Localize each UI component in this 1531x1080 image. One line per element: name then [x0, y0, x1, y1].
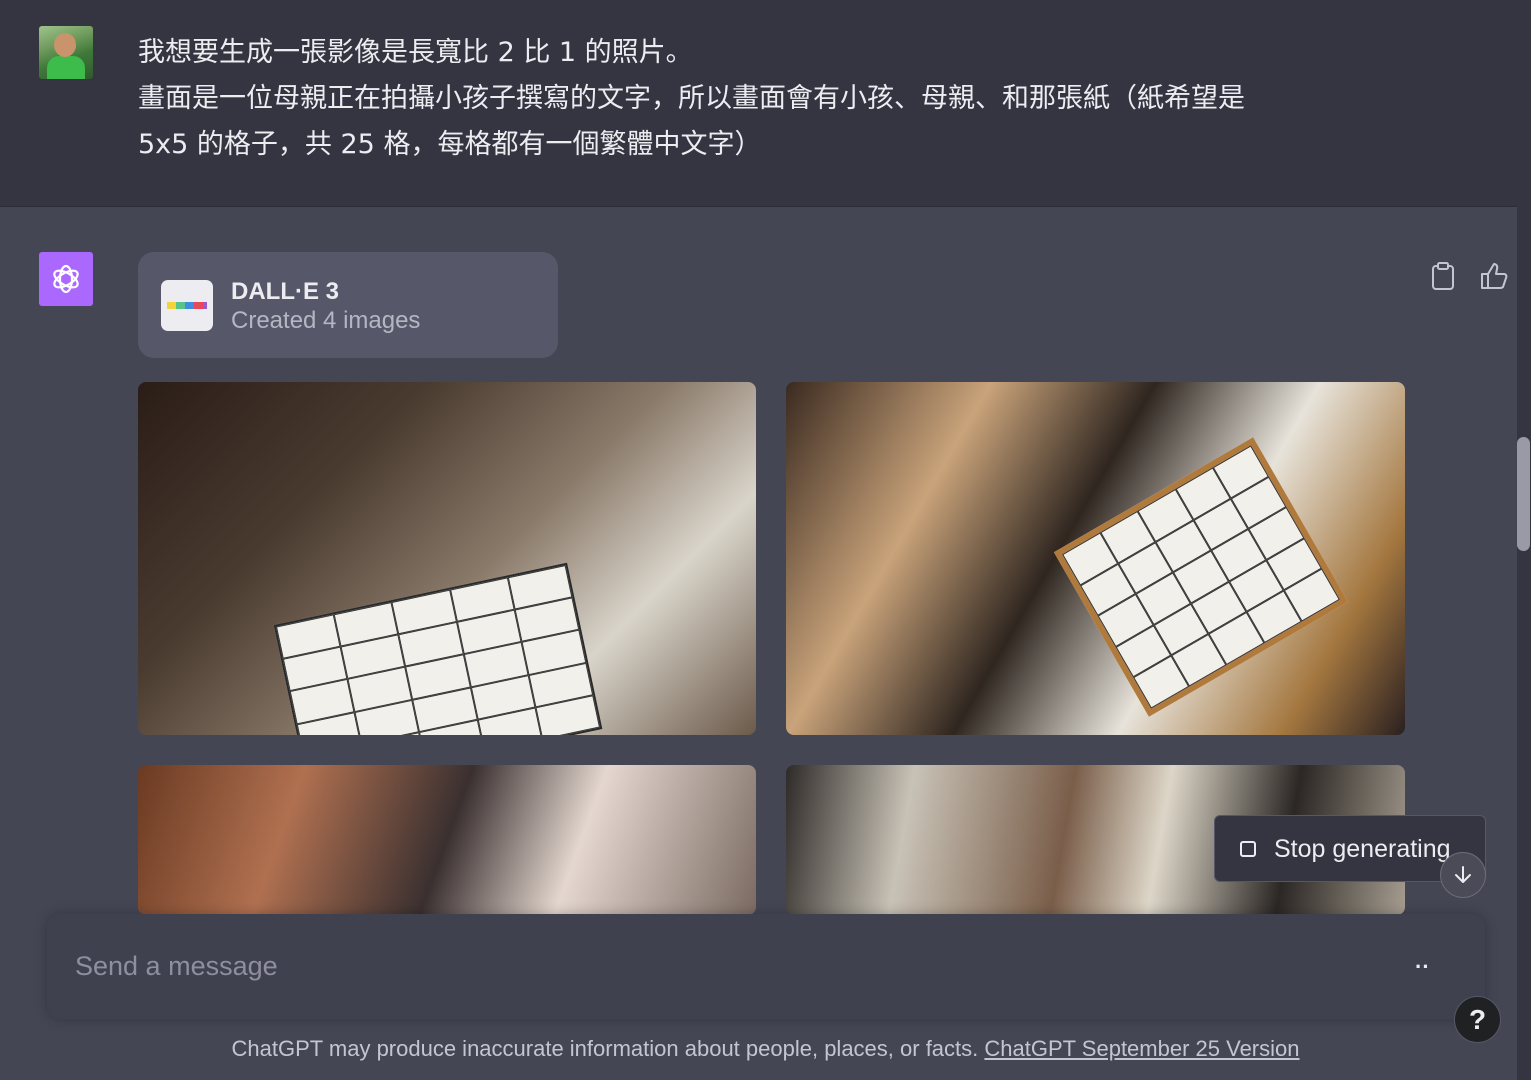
message-composer: ·· [47, 914, 1485, 1019]
tool-title: DALL·E 3 [231, 278, 339, 305]
dalle-icon [161, 280, 213, 331]
copy-clipboard-icon[interactable] [1428, 260, 1458, 292]
image-paper-grid [273, 562, 603, 735]
thumbs-up-icon[interactable] [1478, 260, 1508, 292]
version-link[interactable]: ChatGPT September 25 Version [984, 1036, 1299, 1061]
generating-dots-icon: ·· [1415, 954, 1430, 979]
generated-image-3[interactable] [138, 765, 756, 915]
footer-disclaimer: ChatGPT may produce inaccurate informati… [0, 1036, 1531, 1062]
stop-square-icon [1240, 841, 1256, 857]
scrollbar-thumb[interactable] [1517, 437, 1530, 551]
openai-knot-icon [53, 264, 79, 294]
dalle-tool-card[interactable]: DALL·E 3 Created 4 images [138, 252, 558, 358]
avatar-shirt [47, 56, 85, 79]
image-paper-grid [1053, 437, 1349, 717]
help-button[interactable]: ? [1454, 996, 1501, 1043]
disclaimer-text: ChatGPT may produce inaccurate informati… [231, 1036, 979, 1061]
chatgpt-logo-icon [39, 252, 93, 306]
user-message-text: 我想要生成一張影像是長寬比 2 比 1 的照片。 畫面是一位母親正在拍攝小孩子撰… [138, 30, 1388, 168]
avatar-face [54, 33, 76, 57]
scroll-to-bottom-button[interactable] [1440, 852, 1486, 898]
generated-image-2[interactable] [786, 382, 1405, 735]
tool-subtitle: Created 4 images [231, 307, 421, 334]
arrow-down-icon [1455, 866, 1471, 883]
user-avatar [39, 26, 93, 79]
user-message-line: 5x5 的格子，共 25 格，每格都有一個繁體中文字） [138, 129, 762, 160]
message-input[interactable] [75, 944, 1375, 988]
user-message-line: 我想要生成一張影像是長寬比 2 比 1 的照片。 [138, 37, 693, 68]
generated-image-1[interactable] [138, 382, 756, 735]
stop-generating-label: Stop generating [1274, 835, 1451, 863]
message-actions [1428, 260, 1518, 294]
user-message-line: 畫面是一位母親正在拍攝小孩子撰寫的文字，所以畫面會有小孩、母親、和那張紙（紙希望… [138, 83, 1245, 114]
user-message-row: 我想要生成一張影像是長寬比 2 比 1 的照片。 畫面是一位母親正在拍攝小孩子撰… [0, 0, 1517, 207]
